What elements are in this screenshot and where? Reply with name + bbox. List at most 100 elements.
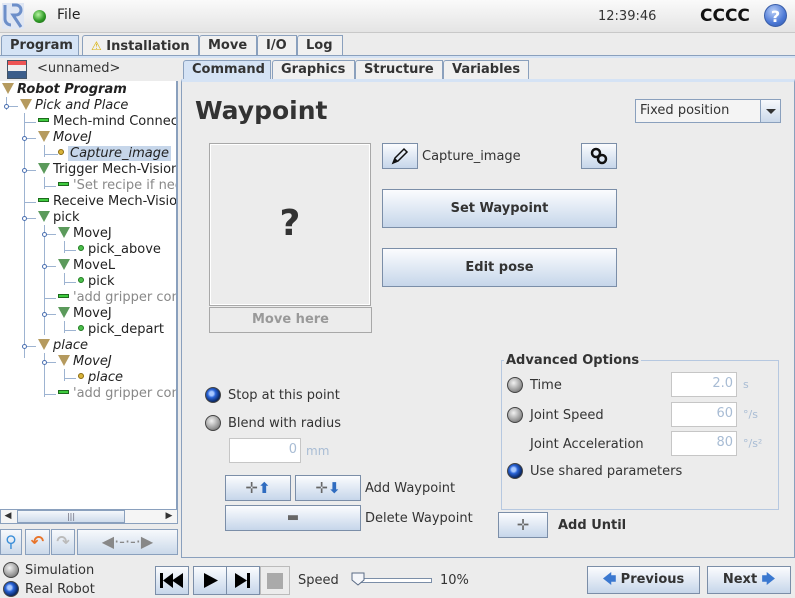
- folder-triangle-icon: [2, 83, 14, 94]
- joint-speed-input[interactable]: 60: [671, 402, 737, 427]
- tab-program[interactable]: Program: [1, 35, 79, 55]
- file-menu[interactable]: File: [57, 7, 80, 23]
- expand-pin-icon[interactable]: [22, 216, 27, 221]
- chevron-down-icon[interactable]: [760, 99, 781, 123]
- folder-triangle-icon: [38, 339, 50, 350]
- move-arrows-icon: ◀·-·-·▶: [101, 532, 154, 551]
- redo-icon: ↷: [56, 532, 70, 551]
- real-robot-radio[interactable]: [3, 581, 19, 597]
- scroll-left-icon[interactable]: ◀: [1, 510, 15, 523]
- previous-button[interactable]: 🡄 Previous: [587, 566, 700, 594]
- expand-pin-icon[interactable]: [22, 344, 27, 349]
- tree-node-mech-mind-connect[interactable]: Mech-mind Connect: [38, 114, 176, 130]
- time-input[interactable]: 2.0: [671, 372, 737, 397]
- tree-node-pick-waypoint[interactable]: pick: [78, 274, 115, 290]
- tree-node-pick[interactable]: pick: [38, 210, 80, 226]
- stop-radio[interactable]: [205, 387, 221, 403]
- time-radio[interactable]: [507, 377, 523, 393]
- tree-node-label: Trigger Mech-Vision: [53, 162, 178, 177]
- expand-pin-icon[interactable]: [4, 104, 9, 109]
- tab-move[interactable]: Move: [199, 35, 257, 55]
- speed-slider-thumb[interactable]: [351, 572, 365, 586]
- delete-waypoint-label: Delete Waypoint: [365, 511, 473, 526]
- scroll-right-icon[interactable]: ▶: [162, 510, 176, 523]
- tree-node-comment[interactable]: 'add gripper cont: [58, 290, 176, 306]
- tree-node-pick-above[interactable]: pick_above: [78, 242, 161, 258]
- add-waypoint-before-button[interactable]: ✛⬆: [225, 475, 291, 501]
- tree-node-movel[interactable]: MoveL: [58, 258, 115, 274]
- speed-slider-track[interactable]: [356, 578, 432, 583]
- folder-triangle-icon: [38, 211, 50, 222]
- undo-icon: ↶: [30, 532, 45, 551]
- expand-pin-icon[interactable]: [42, 360, 47, 365]
- shared-parameters-radio[interactable]: [507, 463, 523, 479]
- blend-radius-input[interactable]: 0: [229, 438, 301, 463]
- tree-node-pick-depart[interactable]: pick_depart: [78, 322, 164, 338]
- delete-waypoint-button[interactable]: ▬: [225, 505, 361, 531]
- expand-pin-icon[interactable]: [22, 136, 27, 141]
- simulation-radio[interactable]: [3, 562, 19, 578]
- robot-status-icon: [33, 10, 46, 23]
- link-variable-button[interactable]: [581, 143, 617, 169]
- tree-node-receive-mech-vision[interactable]: Receive Mech-Vision: [38, 194, 176, 210]
- clock: 12:39:46: [598, 9, 657, 24]
- stop-icon: [267, 573, 283, 589]
- move-here-button[interactable]: Move here: [209, 307, 372, 333]
- expand-pin-icon[interactable]: [42, 232, 47, 237]
- rewind-button[interactable]: [155, 566, 189, 595]
- search-button[interactable]: ⚲: [0, 529, 22, 555]
- add-waypoint-after-button[interactable]: ✛⬇: [295, 475, 361, 501]
- tab-graphics[interactable]: Graphics: [272, 60, 355, 79]
- scrollbar-thumb[interactable]: |||: [17, 510, 125, 523]
- joint-speed-radio[interactable]: [507, 407, 523, 423]
- tree-node-label: place: [53, 338, 88, 353]
- stop-button[interactable]: [260, 566, 290, 595]
- joint-acceleration-input[interactable]: 80: [671, 431, 737, 456]
- help-button[interactable]: ?: [764, 4, 787, 27]
- expand-pin-icon[interactable]: [22, 168, 27, 173]
- edit-pose-button[interactable]: Edit pose: [382, 248, 617, 287]
- joint-speed-label: Joint Speed: [530, 408, 604, 423]
- simulation-label: Simulation: [25, 563, 95, 578]
- blend-radio[interactable]: [205, 415, 221, 431]
- tree-node-trigger-mech-vision[interactable]: Trigger Mech-Vision: [38, 162, 178, 178]
- tree-node-movej[interactable]: MoveJ: [58, 354, 112, 370]
- edit-name-button[interactable]: [382, 143, 418, 169]
- move-node-button[interactable]: ◀·-·-·▶: [77, 529, 178, 555]
- tree-node-comment[interactable]: 'Set recipe if nee: [58, 178, 176, 194]
- tab-log[interactable]: Log: [297, 35, 343, 55]
- tree-node-movej[interactable]: MoveJ: [58, 306, 112, 322]
- tab-io[interactable]: I/O: [257, 35, 297, 55]
- advanced-options-title: Advanced Options: [504, 353, 642, 368]
- tree-node-label: pick: [88, 274, 115, 289]
- tree-node-movej[interactable]: MoveJ: [58, 226, 112, 242]
- next-button[interactable]: Next 🡆: [707, 566, 791, 594]
- tab-installation[interactable]: ⚠ Installation: [82, 35, 199, 55]
- expand-pin-icon[interactable]: [42, 264, 47, 269]
- tree-node-place[interactable]: place: [38, 338, 88, 354]
- add-until-button[interactable]: ✛: [498, 512, 548, 538]
- tree-node-robot-program[interactable]: Robot Program: [2, 82, 127, 98]
- tree-node-label: pick_depart: [88, 322, 164, 337]
- redo-button[interactable]: ↷: [51, 529, 75, 555]
- tab-structure[interactable]: Structure: [355, 60, 443, 79]
- tab-variables[interactable]: Variables: [443, 60, 529, 79]
- add-until-label: Add Until: [558, 518, 627, 533]
- play-button[interactable]: [193, 566, 227, 595]
- tree-node-place-waypoint[interactable]: place: [78, 370, 123, 386]
- tree-node-label: pick_above: [88, 242, 161, 257]
- tree-node-movej[interactable]: MoveJ: [38, 130, 92, 146]
- tree-node-comment[interactable]: 'add gripper cont: [58, 386, 176, 402]
- set-waypoint-button[interactable]: Set Waypoint: [382, 189, 617, 228]
- save-icon[interactable]: [7, 60, 27, 79]
- tree-node-capture-image[interactable]: Capture_image: [58, 146, 171, 162]
- tree-node-label: Pick and Place: [35, 98, 129, 113]
- expand-pin-icon[interactable]: [42, 312, 47, 317]
- tab-command[interactable]: Command: [183, 60, 271, 79]
- plus-down-arrow-icon: ✛⬇: [315, 479, 341, 497]
- undo-button[interactable]: ↶: [25, 529, 50, 555]
- step-button[interactable]: [226, 566, 260, 595]
- blend-label: Blend with radius: [228, 416, 342, 431]
- script-line-icon: [38, 198, 49, 202]
- tree-node-pick-and-place[interactable]: Pick and Place: [20, 98, 128, 114]
